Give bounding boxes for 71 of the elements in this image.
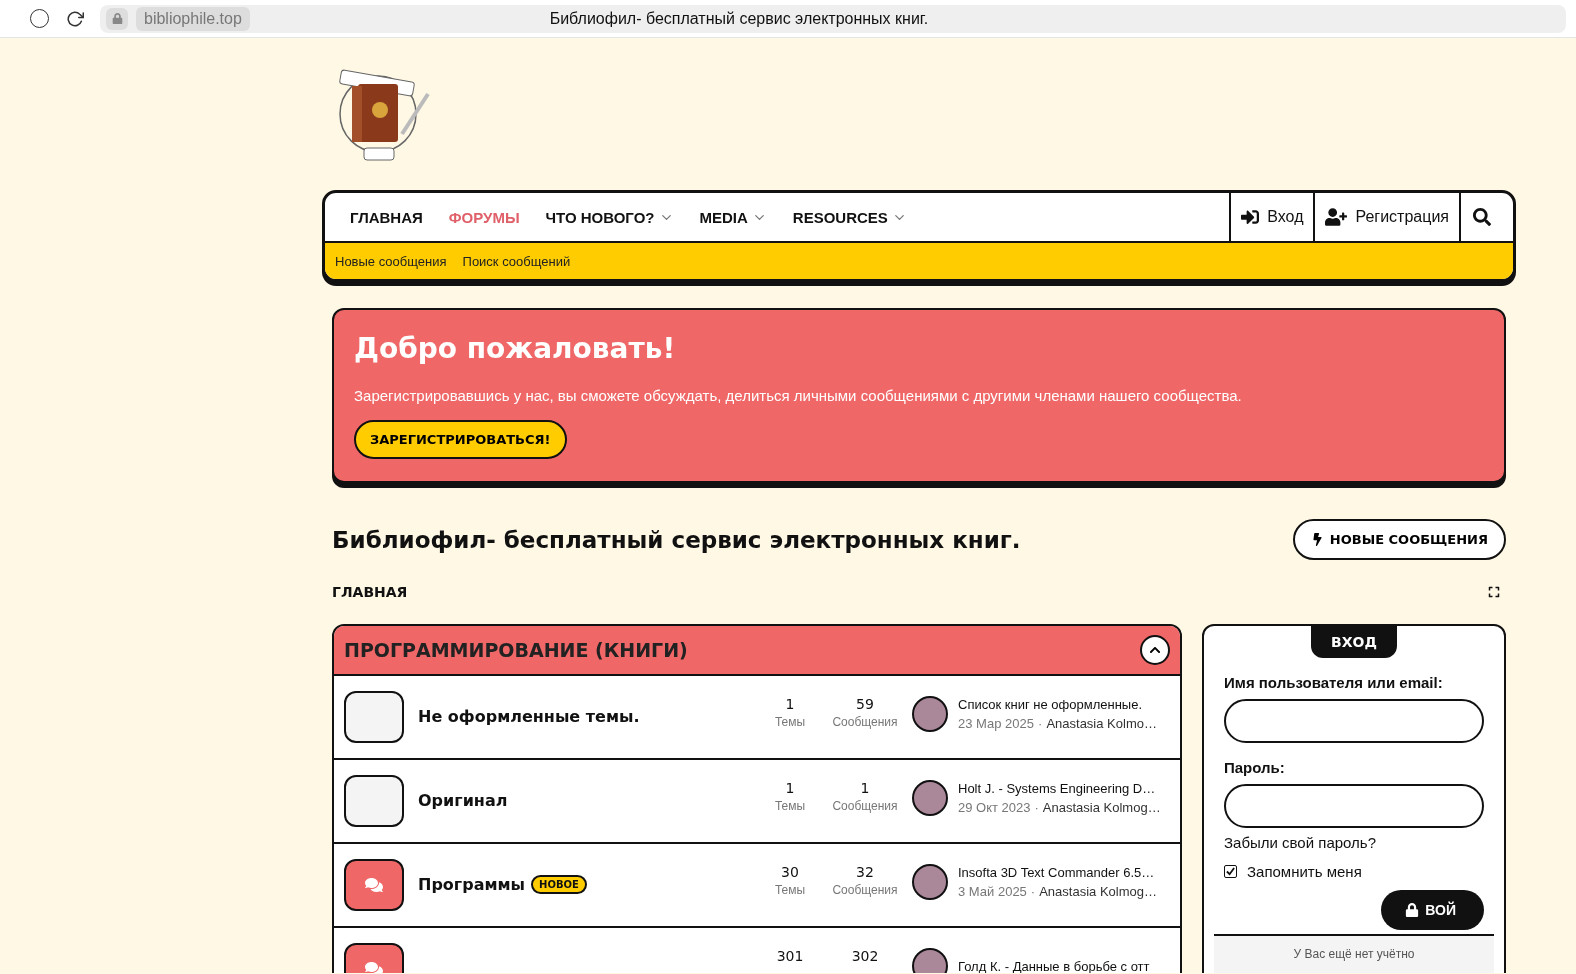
forgot-password-link[interactable]: Забыли свой пароль? <box>1224 834 1484 851</box>
category-title[interactable]: ПРОГРАММИРОВАНИЕ (КНИГИ) <box>344 639 688 661</box>
page-title: Библиофил- бесплатный сервис электронных книг. <box>548 9 930 28</box>
sub-nav-link[interactable]: Новые сообщения <box>335 253 447 269</box>
register-button[interactable]: ЗАРЕГИСТРИРОВАТЬСЯ! <box>354 420 567 459</box>
avatar[interactable] <box>912 780 948 816</box>
nav-tab[interactable]: ГЛАВНАЯ <box>337 193 436 241</box>
messages-count: 1 <box>860 780 870 796</box>
messages-count: 59 <box>856 696 874 712</box>
messages-count: 32 <box>856 864 874 880</box>
last-post-user[interactable]: Anastasia Kolmog… <box>1042 800 1161 815</box>
search-icon <box>1473 208 1491 226</box>
checkbox-icon[interactable] <box>1224 865 1237 878</box>
avatar[interactable] <box>912 696 948 732</box>
threads-count: 301 <box>776 948 804 964</box>
collapse-button[interactable] <box>1140 635 1170 665</box>
login-panel-title: ВХОД <box>1311 626 1397 658</box>
avatar[interactable] <box>912 864 948 900</box>
threads-label: Темы <box>774 715 806 729</box>
password-field[interactable] <box>1224 784 1484 828</box>
separator-dot: · <box>1030 884 1036 899</box>
forum-title[interactable]: Оригинал <box>418 790 508 810</box>
forum-title[interactable]: Программы <box>418 874 526 894</box>
last-post-title[interactable]: Список книг не оформленные. <box>958 697 1157 712</box>
welcome-text: Зарегистрировавшись у нас, вы сможете обсуждать, делиться личными сообщениями с другими членами нашего сообщества. <box>354 387 1242 404</box>
last-post-date: 3 Май 2025 <box>958 884 1027 899</box>
register-link[interactable]: Регистрация <box>1313 193 1459 241</box>
breadcrumb-link[interactable]: ГЛАВНАЯ <box>332 584 408 600</box>
last-post-title[interactable]: Insofta 3D Text Commander 6.5… <box>958 865 1157 880</box>
last-post-user[interactable]: Anastasia Kolmo… <box>1046 716 1157 731</box>
separator-dot: · <box>1034 800 1039 815</box>
lock-icon <box>106 7 128 30</box>
messages-label: Сообщения <box>832 799 898 813</box>
forum-title[interactable]: Не оформленные темы. <box>418 706 640 726</box>
username-label: Имя пользователя или email: <box>1224 674 1444 691</box>
nav-tab[interactable]: MEDIA <box>686 193 780 241</box>
login-link[interactable]: Вход <box>1229 193 1314 241</box>
bolt-icon <box>1310 533 1324 546</box>
threads-count: 1 <box>785 780 795 796</box>
last-post-title[interactable]: Holt J. - Systems Engineering D… <box>958 781 1161 796</box>
last-post-user[interactable]: Anastasia Kolmog… <box>1039 884 1157 899</box>
threads-label: Темы <box>774 883 806 897</box>
no-account-text: У Вас ещё нет учётно <box>1293 947 1415 961</box>
login-button[interactable]: ВОЙ <box>1381 890 1484 930</box>
new-badge: НОВОЕ <box>531 874 587 894</box>
messages-label: Сообщения <box>832 883 898 897</box>
nav-tab[interactable]: ЧТО НОВОГО? <box>532 193 687 241</box>
threads-count: 1 <box>785 696 795 712</box>
separator-dot: · <box>1038 716 1043 731</box>
new-posts-button[interactable]: НОВЫЕ СООБЩЕНИЯ <box>1292 519 1506 560</box>
last-post-title[interactable]: Голд К. - Данные в борьбе с отт <box>958 958 1150 973</box>
username-field[interactable] <box>1224 699 1484 743</box>
lock-icon <box>1405 903 1420 917</box>
sub-nav-link[interactable]: Поиск сообщений <box>462 253 571 269</box>
password-label: Пароль: <box>1224 759 1286 776</box>
url-text: bibliophile.top <box>136 6 250 31</box>
threads-label: Темы <box>774 799 806 813</box>
messages-label: Сообщения <box>832 715 898 729</box>
page-heading: Библиофил- бесплатный сервис электронных книг. <box>332 526 1021 553</box>
welcome-title: Добро пожаловать! <box>354 332 676 365</box>
last-post-date: 29 Окт 2023 <box>958 800 1031 815</box>
remember-me-checkbox[interactable]: Запомнить меня <box>1224 863 1484 880</box>
last-post-date: 23 Мар 2025 <box>958 716 1035 731</box>
user-plus-icon <box>1325 206 1348 228</box>
threads-count: 30 <box>781 864 799 880</box>
address-bar[interactable]: bibliophile.top Библиофил- бесплатный сервис электронных книг. <box>100 4 1566 33</box>
sign-in-icon <box>1241 208 1260 226</box>
chevron-up-icon <box>1149 644 1161 656</box>
messages-count: 302 <box>851 948 879 964</box>
expand-icon[interactable] <box>1488 586 1500 598</box>
nav-tab[interactable]: RESOURCES <box>779 193 920 241</box>
